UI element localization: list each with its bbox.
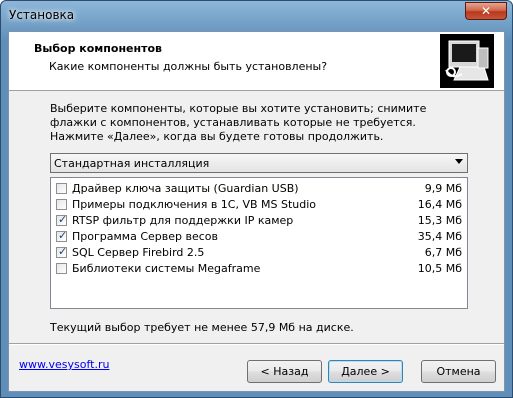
component-checkbox[interactable]: ✓	[56, 213, 68, 226]
component-checkbox[interactable]	[56, 183, 67, 194]
checkmark-icon: ✓	[58, 245, 68, 258]
component-label: Драйвер ключа защиты (Guardian USB)	[72, 182, 299, 195]
component-label: Примеры подключения в 1С, VB MS Studio	[72, 198, 317, 211]
page-title: Выбор компонентов	[34, 42, 162, 55]
component-size: 16,4 Мб	[417, 198, 462, 211]
website-link[interactable]: www.vesysoft.ru	[19, 358, 109, 371]
wizard-header: Выбор компонентов Какие компоненты должн…	[9, 32, 504, 91]
instructions-text: Выберите компоненты, которые вы хотите у…	[50, 102, 427, 143]
chevron-down-icon[interactable]	[455, 159, 463, 164]
install-type-value: Стандартная инсталляция	[54, 157, 210, 170]
close-icon: ✕	[480, 4, 492, 18]
component-item[interactable]: ✓ SQL Сервер Firebird 2.5 6,7 Мб	[56, 245, 462, 262]
footer-divider	[9, 343, 504, 345]
next-button[interactable]: Далее >	[328, 360, 403, 383]
installer-window: Установка ✕ Выбор компонентов Какие комп…	[0, 0, 513, 398]
disk-requirement-text: Текущий выбор требует не менее 57,9 Мб н…	[50, 321, 354, 334]
component-checkbox[interactable]	[56, 199, 67, 210]
installer-computer-icon	[440, 34, 494, 88]
component-item[interactable]: ✓ Программа Сервер весов 35,4 Мб	[56, 229, 462, 246]
component-checkbox[interactable]: ✓	[56, 245, 68, 258]
component-size: 15,3 Мб	[417, 214, 462, 227]
components-list[interactable]: Драйвер ключа защиты (Guardian USB) 9,9 …	[50, 177, 468, 309]
component-size: 10,5 Мб	[417, 262, 462, 275]
component-item[interactable]: Библиотеки системы Megaframe 10,5 Мб	[56, 262, 462, 278]
component-item[interactable]: Примеры подключения в 1С, VB MS Studio 1…	[56, 198, 462, 214]
wizard-client-area: Выбор компонентов Какие компоненты должн…	[8, 31, 505, 392]
page-subtitle: Какие компоненты должны быть установлены…	[49, 60, 328, 73]
component-label: RTSP фильтр для поддержки IP камер	[72, 214, 294, 227]
checkmark-icon: ✓	[58, 229, 68, 242]
component-label: Программа Сервер весов	[72, 230, 218, 243]
component-label: Библиотеки системы Megaframe	[72, 262, 261, 275]
component-item[interactable]: Драйвер ключа защиты (Guardian USB) 9,9 …	[56, 182, 462, 198]
cancel-button[interactable]: Отмена	[421, 360, 496, 383]
component-checkbox[interactable]	[56, 263, 67, 274]
component-item[interactable]: ✓ RTSP фильтр для поддержки IP камер 15,…	[56, 213, 462, 230]
close-button[interactable]: ✕	[465, 2, 507, 20]
component-size: 6,7 Мб	[424, 246, 462, 259]
component-size: 35,4 Мб	[417, 230, 462, 243]
checkmark-icon: ✓	[58, 213, 68, 226]
title-bar[interactable]: Установка ✕	[1, 1, 512, 31]
window-title: Установка	[9, 8, 75, 22]
install-type-select[interactable]: Стандартная инсталляция	[50, 153, 468, 173]
component-label: SQL Сервер Firebird 2.5	[72, 246, 205, 259]
component-size: 9,9 Мб	[424, 182, 462, 195]
component-checkbox[interactable]: ✓	[56, 229, 68, 242]
back-button[interactable]: < Назад	[247, 360, 322, 383]
